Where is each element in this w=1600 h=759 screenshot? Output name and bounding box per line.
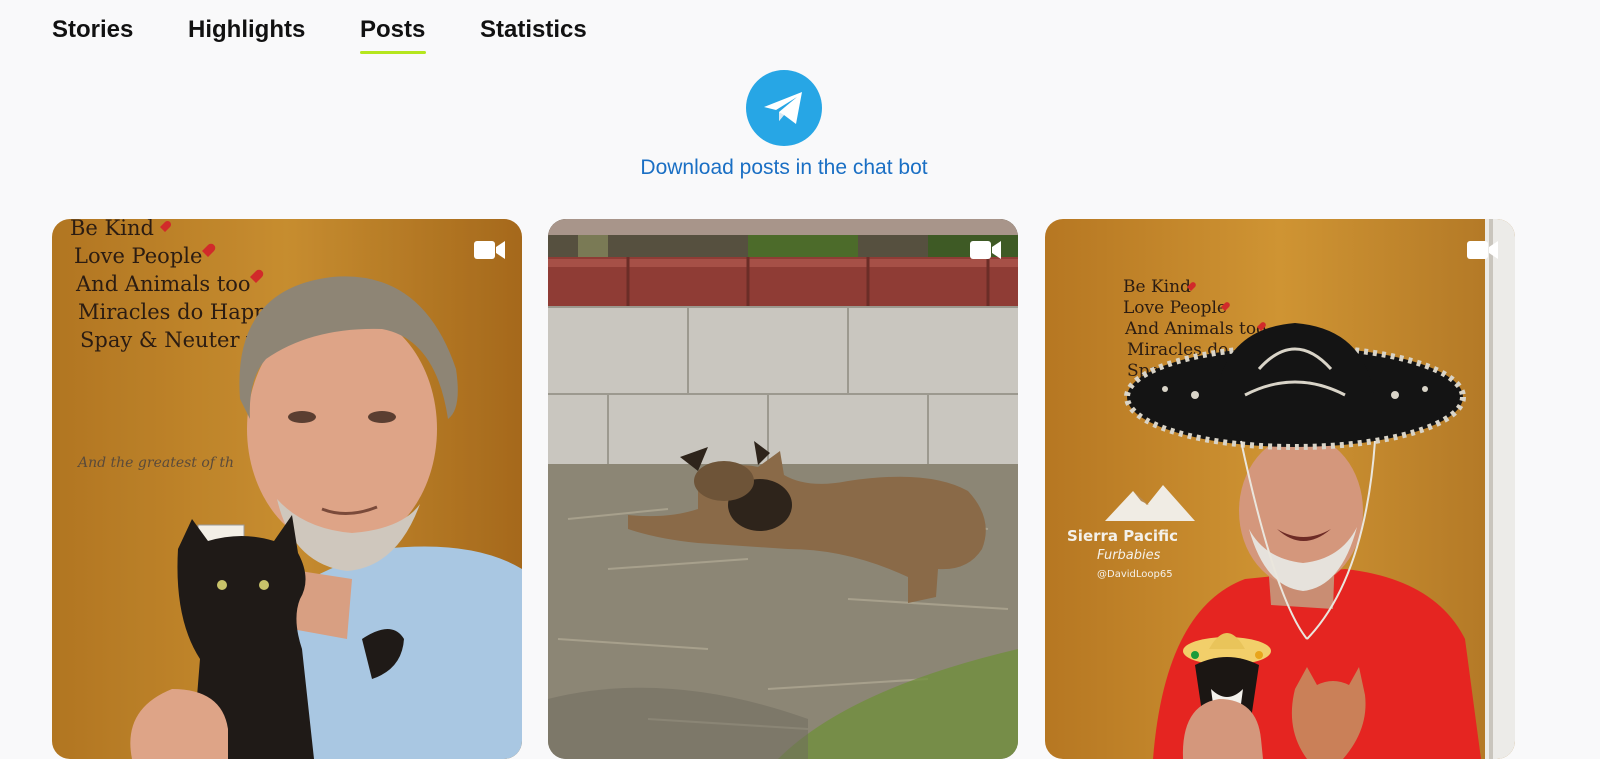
tab-stories[interactable]: Stories xyxy=(52,16,133,44)
sign-line: Love People xyxy=(74,244,202,268)
post-card[interactable]: Be Kind Love People And Animals too Mira… xyxy=(1045,219,1515,759)
tab-bar: Stories Highlights Posts Statistics xyxy=(0,0,1600,62)
sign-line: Be Kind xyxy=(1123,277,1191,297)
sign-line: And Animals too xyxy=(1124,319,1266,339)
post-image-man-with-kitten: Be Kind Love People And Animals too Mira… xyxy=(52,219,522,759)
logo-subtitle: Furbabies xyxy=(1097,548,1161,563)
post-card[interactable]: Be Kind Love People And Animals too Mira… xyxy=(52,219,522,759)
telegram-icon xyxy=(764,92,802,124)
post-image-man-with-sombrero: Be Kind Love People And Animals too Mira… xyxy=(1045,219,1515,759)
logo-handle: @DavidLoop65 xyxy=(1097,569,1173,580)
tab-highlights[interactable]: Highlights xyxy=(188,16,305,44)
script-text: And the greatest of th xyxy=(76,455,234,471)
sign-line: And Animals too xyxy=(75,272,251,296)
post-image-dog-lying xyxy=(548,219,1018,759)
sign-line: Be Kind xyxy=(70,219,154,240)
telegram-button[interactable] xyxy=(746,70,822,146)
video-camera-icon xyxy=(1467,241,1498,259)
tab-posts[interactable]: Posts xyxy=(360,16,425,44)
video-camera-icon xyxy=(970,241,1001,259)
sign-line: Miracles do Happe xyxy=(78,300,280,324)
download-posts-link[interactable]: Download posts in the chat bot xyxy=(0,156,1568,180)
video-camera-icon xyxy=(474,241,505,259)
post-card[interactable] xyxy=(548,219,1018,759)
active-tab-indicator xyxy=(360,51,426,54)
sign-line: Love People xyxy=(1123,298,1227,318)
tab-statistics[interactable]: Statistics xyxy=(480,16,587,44)
logo-title: Sierra Pacific xyxy=(1067,527,1178,545)
sign-line: Spay & Neuter yo xyxy=(80,328,271,352)
